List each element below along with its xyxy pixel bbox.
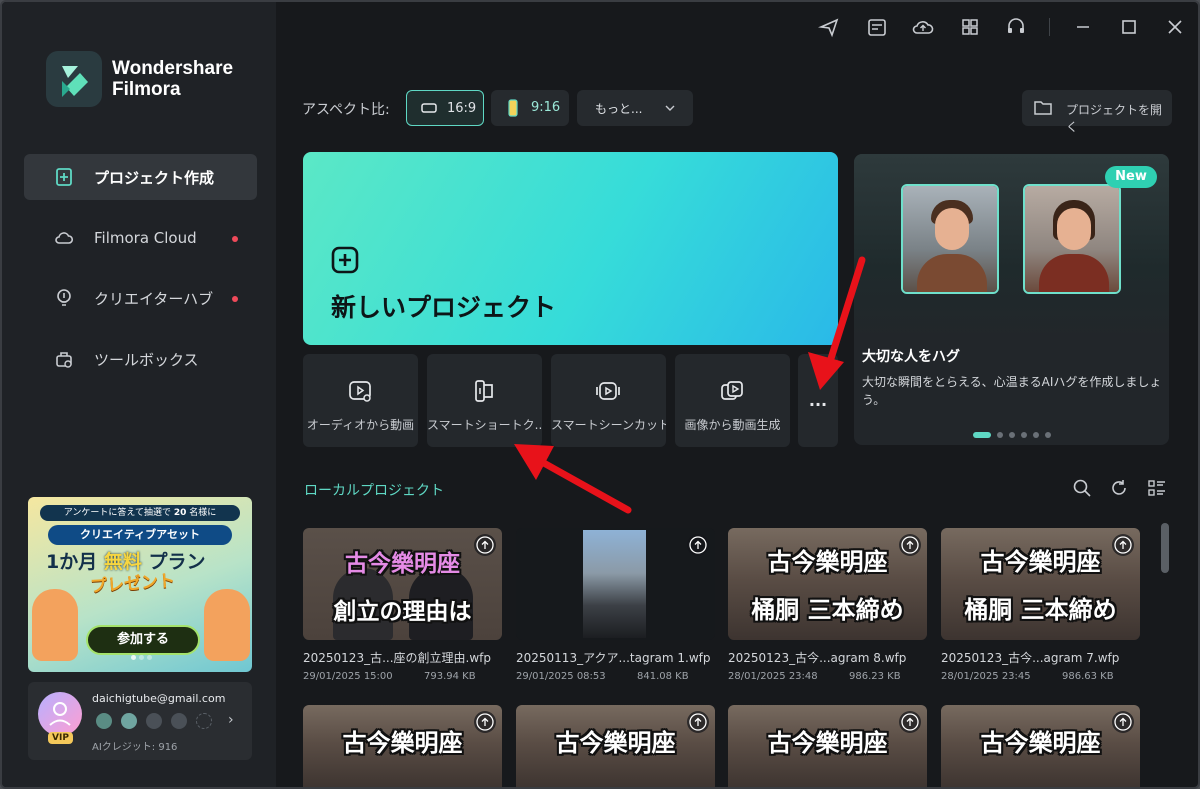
arrow-to-smart-short-clip <box>514 444 632 514</box>
arrow-to-more-tools <box>808 256 866 390</box>
filmora-window: Wondershare Filmora プロジェクト作成 Filmora Clo… <box>0 0 1200 789</box>
annotation-arrows <box>514 256 866 514</box>
